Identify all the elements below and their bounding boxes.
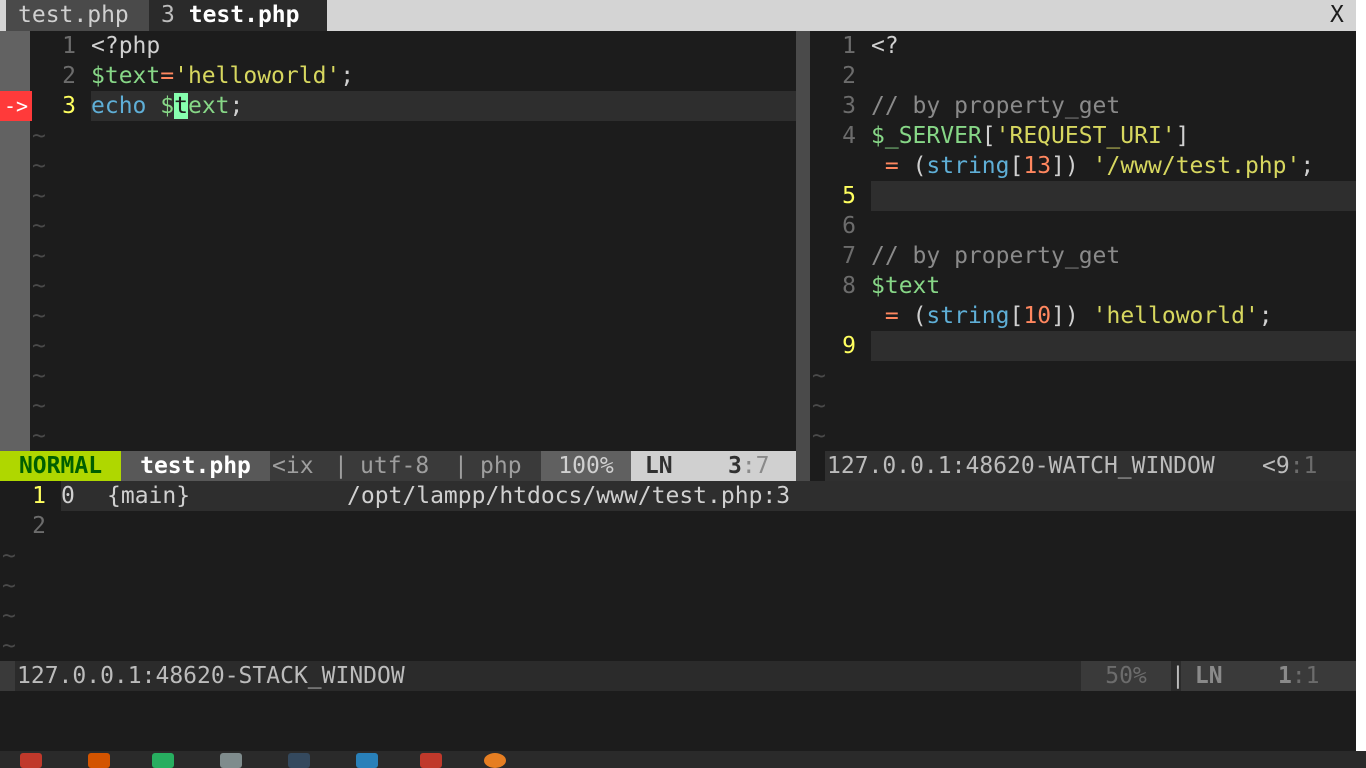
- empty-line-tilde: ~: [32, 183, 46, 209]
- line-number: 4: [842, 123, 856, 149]
- line-number: 3: [842, 93, 856, 119]
- line-number: 2: [32, 513, 46, 539]
- line-number: 1: [62, 33, 76, 59]
- status-separator: |: [334, 453, 348, 479]
- cursor-line: 3: [727, 453, 742, 479]
- empty-line-tilde: ~: [2, 633, 16, 659]
- settings-icon[interactable]: [220, 753, 242, 768]
- empty-line-tilde: ~: [32, 303, 46, 329]
- status-percent: 100%: [541, 451, 631, 481]
- empty-line-tilde: ~: [32, 153, 46, 179]
- line-number: 1: [842, 33, 856, 59]
- terminal-icon[interactable]: [288, 753, 310, 768]
- left-status-line: NORMAL test.php <ix | utf-8 | php 100% L…: [0, 451, 796, 481]
- code-line-2[interactable]: $text='helloworld';: [91, 61, 354, 91]
- empty-line-tilde: ~: [32, 393, 46, 419]
- watch-window-name: 127.0.0.1:48620-WATCH_WINDOW: [827, 453, 1215, 479]
- stack-where[interactable]: {main}: [107, 481, 190, 511]
- empty-line-tilde: ~: [2, 603, 16, 629]
- status-filename: test.php: [121, 451, 270, 481]
- tab-test-php[interactable]: test.php: [6, 0, 149, 31]
- breakpoint-arrow-sign: ->: [0, 91, 32, 121]
- empty-line-tilde: ~: [812, 423, 826, 449]
- app-icon[interactable]: [152, 753, 174, 768]
- line-number: 1: [32, 483, 46, 509]
- vertical-split-bar[interactable]: [796, 451, 810, 481]
- empty-line-tilde: ~: [32, 333, 46, 359]
- tab-label: test.php: [188, 2, 300, 28]
- watch-line[interactable]: <?: [871, 31, 899, 61]
- status-separator: |: [454, 453, 468, 479]
- stack-file[interactable]: /opt/lampp/htdocs/www/test.php:3: [347, 481, 790, 511]
- line-number: 9: [842, 333, 856, 359]
- line-number: 8: [842, 273, 856, 299]
- status-separator: |: [1171, 663, 1185, 689]
- window-edge: [1356, 0, 1366, 768]
- taskbar: [0, 751, 1366, 768]
- status-fileformat: <ix: [272, 453, 314, 479]
- tab-window-count: 3: [161, 2, 175, 28]
- code-line-1[interactable]: <?php: [91, 31, 160, 61]
- command-line[interactable]: [0, 691, 1356, 751]
- status-edge: [0, 661, 15, 691]
- watch-value[interactable]: = (string[13]) '/www/test.php';: [871, 151, 1314, 181]
- tab-test-php-active[interactable]: 3 test.php: [149, 0, 327, 31]
- watch-window-position: <9:1: [1262, 453, 1318, 479]
- empty-line-tilde: ~: [2, 543, 16, 569]
- status-percent: 50%: [1081, 661, 1171, 691]
- status-position: LN 1:1: [1181, 661, 1356, 691]
- cursor-column: :7: [741, 453, 770, 479]
- current-line-number: 3: [62, 93, 76, 119]
- line-number: 2: [62, 63, 76, 89]
- folder-icon[interactable]: [88, 753, 110, 768]
- vertical-split-bar[interactable]: [796, 31, 810, 451]
- browser-icon[interactable]: [356, 753, 378, 768]
- status-filetype: php: [480, 453, 522, 479]
- cursor-line-highlight: [871, 331, 1356, 361]
- empty-line-tilde: ~: [32, 423, 46, 449]
- close-tab-button[interactable]: X: [1330, 0, 1344, 31]
- watch-variable[interactable]: $_SERVER['REQUEST_URI']: [871, 121, 1190, 151]
- empty-line-tilde: ~: [32, 243, 46, 269]
- code-line-3[interactable]: echo $text;: [91, 91, 243, 121]
- status-position: LN 3:7: [631, 451, 796, 481]
- empty-line-tilde: ~: [812, 363, 826, 389]
- empty-line-tilde: ~: [812, 393, 826, 419]
- line-number: 7: [842, 243, 856, 269]
- mode-indicator: NORMAL: [0, 451, 121, 481]
- line-number: 2: [842, 63, 856, 89]
- watch-status-line: 127.0.0.1:48620-WATCH_WINDOW <9:1: [825, 451, 1356, 481]
- app-icon[interactable]: [420, 753, 442, 768]
- app-icon[interactable]: [20, 753, 42, 768]
- empty-line-tilde: ~: [32, 363, 46, 389]
- ln-label: LN: [644, 453, 673, 479]
- firefox-icon[interactable]: [484, 753, 506, 768]
- watch-comment[interactable]: // by property_get: [871, 241, 1120, 271]
- stack-window-name: 127.0.0.1:48620-STACK_WINDOW: [17, 663, 405, 689]
- cursor-line-highlight: [871, 181, 1356, 211]
- empty-line-tilde: ~: [2, 573, 16, 599]
- stack-level[interactable]: 0: [61, 481, 75, 511]
- text-cursor: t: [174, 93, 188, 119]
- line-number: 6: [842, 213, 856, 239]
- empty-line-tilde: ~: [32, 273, 46, 299]
- watch-comment[interactable]: // by property_get: [871, 91, 1120, 121]
- line-number: 5: [842, 183, 856, 209]
- empty-line-tilde: ~: [32, 213, 46, 239]
- php-open-tag: <?php: [91, 33, 161, 59]
- watch-value[interactable]: = (string[10]) 'helloworld';: [871, 301, 1273, 331]
- stack-status-line: 127.0.0.1:48620-STACK_WINDOW 50% | LN 1:…: [15, 661, 1356, 691]
- watch-variable[interactable]: $text: [871, 271, 940, 301]
- empty-line-tilde: ~: [32, 123, 46, 149]
- status-encoding: utf-8: [360, 453, 430, 479]
